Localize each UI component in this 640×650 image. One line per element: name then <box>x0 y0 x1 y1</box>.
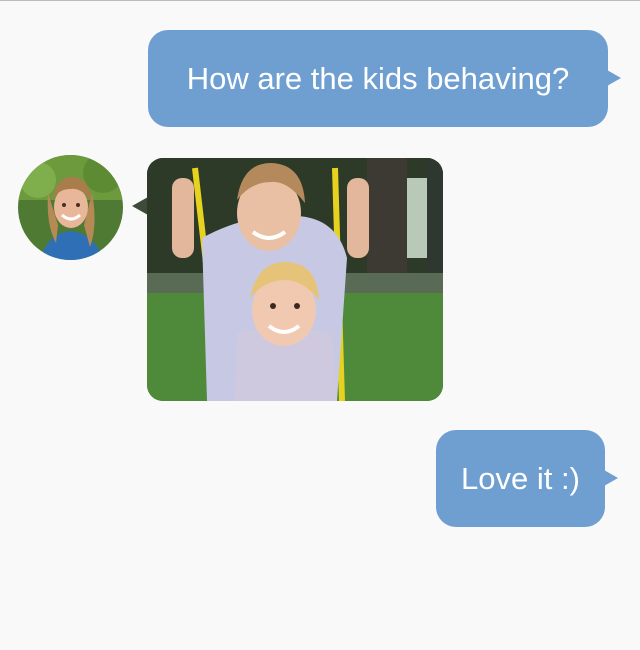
outgoing-message-bubble[interactable]: How are the kids behaving? <box>148 30 608 127</box>
bubble-tail <box>607 70 621 86</box>
outgoing-message-bubble[interactable]: Love it :) <box>436 430 605 527</box>
message-text: Love it :) <box>461 460 580 496</box>
message-text: How are the kids behaving? <box>186 60 570 96</box>
bubble-tail <box>604 470 618 486</box>
shared-photo[interactable] <box>147 158 443 401</box>
bubble-tail <box>132 197 148 215</box>
top-divider <box>0 0 640 1</box>
contact-avatar[interactable] <box>18 155 123 260</box>
